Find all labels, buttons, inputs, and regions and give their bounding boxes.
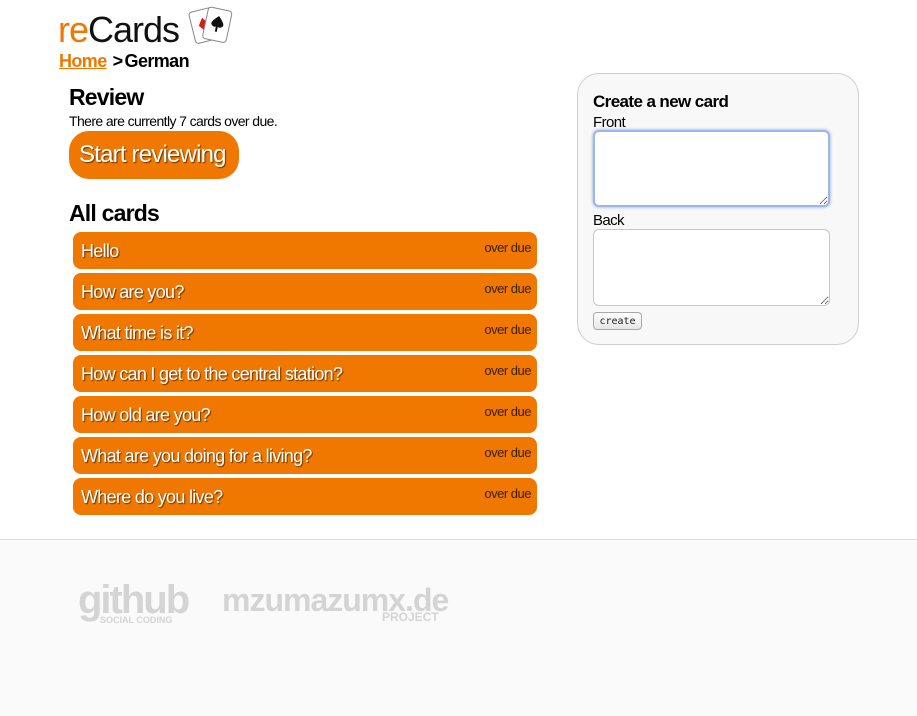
card-front-text: How old are you? (81, 405, 211, 425)
all-cards-heading: All cards (69, 200, 160, 226)
card-item[interactable]: How can I get to the central station? ov… (73, 355, 537, 392)
github-logo-link[interactable]: github (78, 580, 190, 620)
breadcrumb-home-link[interactable]: Home (59, 51, 107, 71)
card-status: over due (484, 404, 531, 419)
create-card-panel: Create a new card Front Back create (577, 73, 859, 345)
create-card-heading: Create a new card (593, 92, 729, 111)
card-front-text: How are you? (81, 282, 184, 302)
card-item[interactable]: Where do you live? over due (73, 478, 537, 515)
breadcrumb-separator: > (112, 51, 124, 71)
card-front-text: Hello (81, 241, 119, 261)
card-item[interactable]: What are you doing for a living? over du… (73, 437, 537, 474)
card-front-text: Where do you live? (81, 487, 223, 507)
card-status: over due (484, 486, 531, 501)
review-heading: Review (69, 84, 144, 110)
footer: github SOCIAL CODING mzumazumx.de PROJEC… (0, 539, 917, 716)
back-label: Back (593, 212, 625, 229)
start-reviewing-button[interactable]: Start reviewing (69, 131, 239, 179)
card-status: over due (484, 322, 531, 337)
card-status: over due (484, 363, 531, 378)
card-item[interactable]: What time is it? over due (73, 314, 537, 351)
card-item[interactable]: How old are you? over due (73, 396, 537, 433)
create-button[interactable]: create (593, 312, 642, 330)
card-status: over due (484, 240, 531, 255)
card-front-text: How can I get to the central station? (81, 364, 343, 384)
card-item[interactable]: How are you? over due (73, 273, 537, 310)
playing-cards-icon (188, 6, 233, 44)
review-status-text: There are currently 7 cards over due. (69, 113, 278, 129)
breadcrumb: Home > German (59, 51, 190, 72)
app-logo[interactable]: re Cards (58, 4, 233, 50)
card-item[interactable]: Hello over due (73, 232, 537, 269)
front-label: Front (593, 114, 626, 131)
github-tagline: SOCIAL CODING (100, 615, 173, 625)
logo-suffix: Cards (88, 9, 180, 50)
card-front-text: What time is it? (81, 323, 194, 343)
card-status: over due (484, 281, 531, 296)
card-front-text: What are you doing for a living? (81, 446, 312, 466)
project-tagline: PROJECT (382, 610, 439, 624)
logo-prefix: re (58, 9, 89, 50)
card-status: over due (484, 445, 531, 460)
back-input[interactable] (593, 229, 830, 306)
breadcrumb-current: German (124, 51, 190, 71)
front-input[interactable] (593, 130, 830, 207)
card-list: Hello over due How are you? over due Wha… (73, 232, 537, 519)
